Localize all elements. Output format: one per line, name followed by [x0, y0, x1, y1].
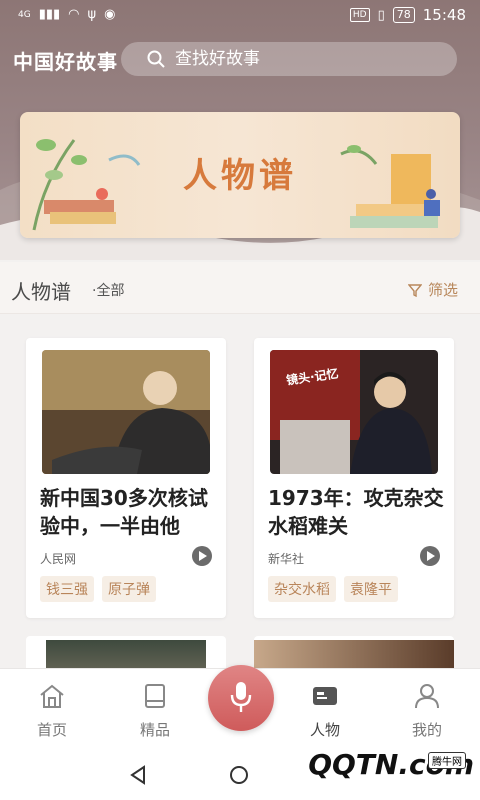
bottom-navigation: 首页 精品 人物 我的 — [0, 665, 480, 750]
wifi-icon: ◠ — [68, 7, 80, 22]
home-circle-icon[interactable] — [229, 765, 249, 785]
tag[interactable]: 袁隆平 — [344, 576, 398, 602]
nav-people[interactable]: 人物 — [295, 683, 355, 740]
story-card[interactable]: 镜头·记忆 1973年：攻克杂交水稻难关 新华社 杂交水稻 袁隆平 — [254, 338, 454, 618]
nav-premium-label: 精品 — [139, 721, 170, 739]
nav-home[interactable]: 首页 — [22, 683, 82, 740]
nav-people-label: 人物 — [309, 721, 340, 739]
story-card[interactable]: 新中国30多次核试验中，一半由他 人民网 钱三强 原子弹 — [26, 338, 226, 618]
notification-icon: ◉ — [104, 7, 116, 22]
story-source: 新华社 — [268, 552, 305, 566]
play-icon[interactable] — [192, 546, 212, 566]
tag-list: 杂交水稻 袁隆平 — [268, 576, 398, 602]
story-title: 新中国30多次核试验中，一半由他 — [40, 486, 208, 538]
category-all[interactable]: ·全部 — [92, 280, 124, 300]
search-icon — [147, 50, 165, 68]
nav-mine-label: 我的 — [411, 721, 442, 739]
status-bar: 4G ▮▮▮ ◠ ψ ◉ HD ▯ 78 15:48 — [0, 0, 480, 32]
search-bar[interactable] — [121, 42, 457, 76]
nav-mine[interactable]: 我的 — [397, 683, 457, 740]
user-icon — [415, 684, 439, 709]
usb-icon: ψ — [87, 7, 97, 22]
banner[interactable]: 人物谱 — [20, 112, 460, 238]
back-icon[interactable] — [128, 765, 148, 785]
book-icon — [145, 684, 165, 708]
story-image — [42, 350, 210, 474]
hd-badge: HD — [349, 8, 370, 22]
vibrate-icon: ▯ — [377, 7, 385, 23]
watermark-sub: 腾牛网 — [428, 752, 466, 769]
filter-label: 筛选 — [427, 281, 458, 299]
home-icon — [40, 684, 64, 708]
story-source: 人民网 — [40, 552, 77, 566]
filter-icon — [407, 283, 422, 297]
battery-level: 78 — [392, 7, 415, 23]
microphone-button[interactable] — [208, 665, 274, 731]
app-root: 4G ▮▮▮ ◠ ψ ◉ HD ▯ 78 15:48 中国好故事 查找好故事 人… — [0, 0, 480, 800]
microphone-icon — [230, 682, 252, 712]
app-title: 中国好故事 — [13, 50, 118, 74]
network-label: 4G — [18, 9, 31, 20]
id-card-icon — [313, 687, 337, 705]
story-title: 1973年：攻克杂交水稻难关 — [268, 486, 444, 538]
tag-list: 钱三强 原子弹 — [40, 576, 156, 602]
signal-icon: ▮▮▮ — [38, 7, 61, 22]
tag[interactable]: 钱三强 — [40, 576, 94, 602]
app-header: 中国好故事 — [0, 40, 480, 80]
time: 15:48 — [422, 6, 466, 24]
section-title: 人物谱 — [11, 280, 71, 304]
nav-home-label: 首页 — [36, 721, 67, 739]
search-input[interactable] — [175, 49, 435, 69]
banner-right-illustration — [340, 145, 440, 228]
story-image: 镜头·记忆 — [270, 350, 438, 474]
tag[interactable]: 原子弹 — [102, 576, 156, 602]
play-icon[interactable] — [420, 546, 440, 566]
nav-premium[interactable]: 精品 — [125, 683, 185, 740]
tag[interactable]: 杂交水稻 — [268, 576, 336, 602]
section-header: 人物谱 ·全部 筛选 — [0, 262, 480, 314]
filter-button[interactable]: 筛选 — [407, 279, 458, 300]
